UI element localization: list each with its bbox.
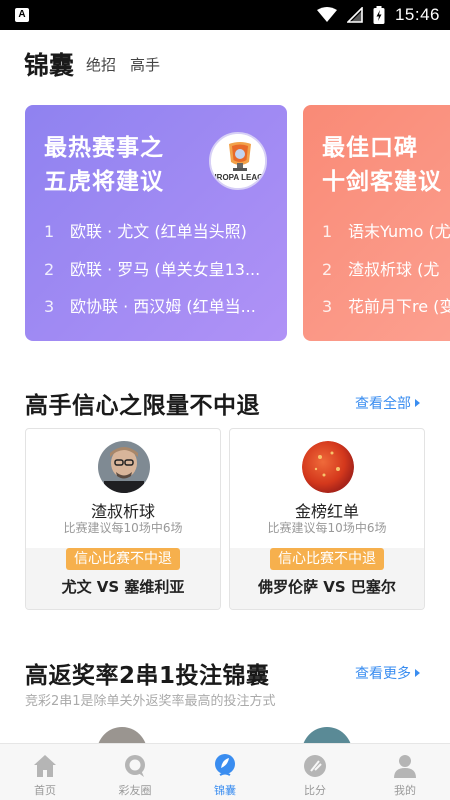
status-bar: A 15:46 bbox=[0, 0, 450, 30]
match-title: 佛罗伦萨 VS 巴塞尔 bbox=[258, 578, 396, 596]
featured-item[interactable]: 1 欧联 · 尤文 (红单当头照) bbox=[44, 218, 247, 242]
featured-item[interactable]: 3 欧协联 · 西汉姆 (红单当... bbox=[44, 293, 256, 317]
nav-label: 锦囊 bbox=[214, 784, 236, 797]
featured-card-title: 最佳口碑 十剑客建议 bbox=[322, 135, 442, 195]
triangle-right-icon bbox=[415, 669, 420, 677]
app-notification-icon: A bbox=[15, 8, 29, 22]
featured-card-hot-events[interactable]: 最热赛事之 五虎将建议 EUROPA LEAGUE 1欧联 · 尤文 (红单当头… bbox=[25, 105, 287, 341]
featured-item[interactable]: 3 花前月下re (变 bbox=[322, 293, 450, 317]
top-nav: 锦囊 绝招 高手 bbox=[0, 44, 450, 84]
signal-icon bbox=[346, 7, 363, 23]
status-icons: 15:46 bbox=[316, 5, 440, 25]
nav-profile[interactable]: 我的 bbox=[360, 744, 450, 800]
featured-item[interactable]: 1 语末Yumo (尤 bbox=[322, 218, 450, 242]
bottom-nav: 首页 彩友圈 锦囊 比分 我的 bbox=[0, 743, 450, 800]
featured-item[interactable]: 2 渣叔析球 (尤 bbox=[322, 256, 439, 280]
refund-badge: 信心比赛不中退 bbox=[66, 548, 180, 570]
view-more-link[interactable]: 查看更多 bbox=[355, 663, 420, 683]
nav-scores[interactable]: 比分 bbox=[270, 744, 360, 800]
tab-juezhao[interactable]: 绝招 bbox=[86, 54, 116, 75]
triangle-right-icon bbox=[415, 399, 420, 407]
logo-text: EUROPA LEAGUE bbox=[211, 173, 267, 182]
featured-card-title: 最热赛事之 五虎将建议 bbox=[44, 135, 164, 195]
expert-record: 比赛建议每10场中6场 bbox=[63, 521, 183, 535]
expert-card[interactable]: 渣叔析球 比赛建议每10场中6场 信心比赛不中退 尤文 VS 塞维利亚 bbox=[25, 428, 221, 610]
soccer-ball-icon bbox=[304, 755, 326, 777]
expert-card-footer: 信心比赛不中退 尤文 VS 塞维利亚 bbox=[26, 548, 220, 609]
section-subtitle: 竞彩2串1是除单关外返奖率最高的投注方式 bbox=[25, 694, 276, 709]
section-title-parlay: 高返奖率2串1投注锦囊 bbox=[25, 663, 270, 689]
featured-card-best-reputation[interactable]: 最佳口碑 十剑客建议 1 语末Yumo (尤 2 渣叔析球 (尤 3 花前月下re (… bbox=[303, 105, 450, 341]
avatar bbox=[302, 441, 354, 493]
match-title: 尤文 VS 塞维利亚 bbox=[61, 578, 185, 596]
person-icon bbox=[394, 755, 416, 778]
nav-label: 我的 bbox=[394, 784, 416, 797]
chat-bubble-icon bbox=[125, 755, 145, 777]
nav-tips[interactable]: 锦囊 bbox=[180, 744, 270, 800]
page-title: 锦囊 bbox=[24, 51, 75, 80]
tab-gaoshou[interactable]: 高手 bbox=[130, 54, 160, 75]
nav-label: 比分 bbox=[304, 784, 326, 797]
expert-card-footer: 信心比赛不中退 佛罗伦萨 VS 巴塞尔 bbox=[230, 548, 424, 609]
refund-badge: 信心比赛不中退 bbox=[270, 548, 384, 570]
expert-record: 比赛建议每10场中6场 bbox=[267, 521, 387, 535]
clock: 15:46 bbox=[394, 5, 440, 24]
featured-item[interactable]: 2 欧联 · 罗马 (单关女皇13... bbox=[44, 256, 260, 280]
nav-home[interactable]: 首页 bbox=[0, 744, 90, 800]
home-icon bbox=[34, 755, 56, 777]
expert-card[interactable]: 金榜红单 比赛建议每10场中6场 信心比赛不中退 佛罗伦萨 VS 巴塞尔 bbox=[229, 428, 425, 610]
nav-label: 首页 bbox=[34, 784, 56, 797]
battery-icon bbox=[373, 6, 385, 24]
view-all-link[interactable]: 查看全部 bbox=[355, 393, 420, 413]
section-title-experts: 高手信心之限量不中退 bbox=[25, 393, 260, 419]
feather-icon bbox=[215, 754, 235, 776]
nav-community[interactable]: 彩友圈 bbox=[90, 744, 180, 800]
avatar bbox=[98, 441, 150, 493]
wifi-icon bbox=[316, 7, 337, 22]
europa-league-logo: EUROPA LEAGUE bbox=[209, 132, 267, 190]
nav-label: 彩友圈 bbox=[118, 784, 152, 797]
